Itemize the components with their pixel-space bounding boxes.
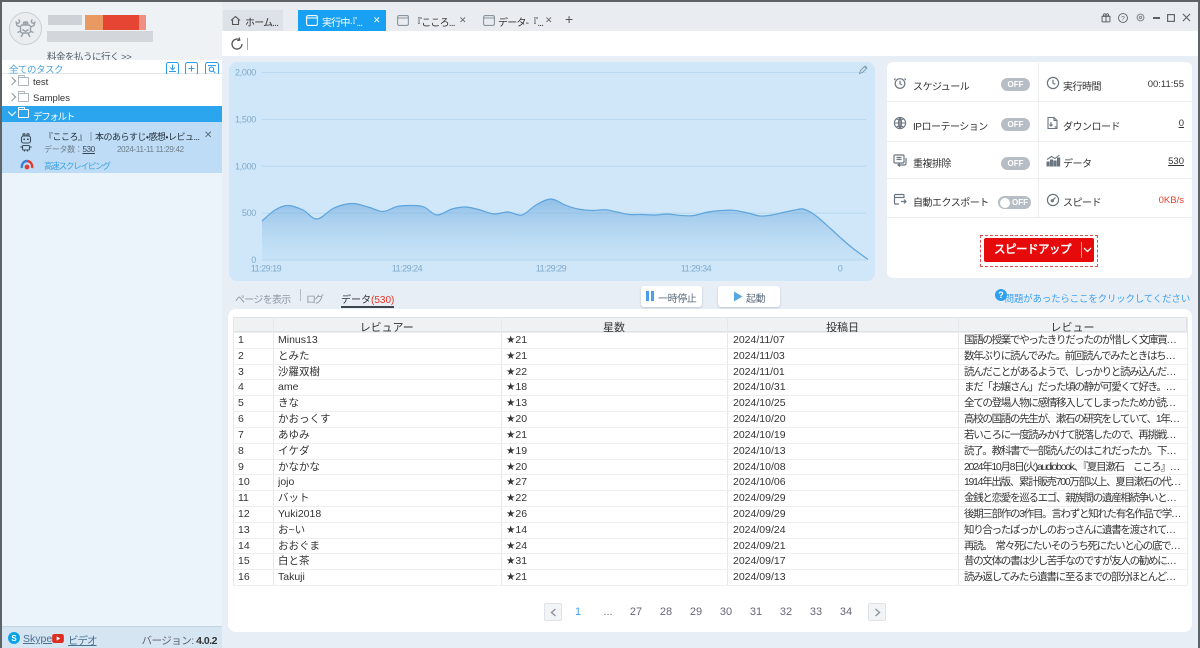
svg-text:1,000: 1,000 (235, 161, 256, 171)
svg-text:1,500: 1,500 (235, 114, 256, 124)
svg-text:S: S (11, 634, 17, 643)
svg-text:11:29:29: 11:29:29 (536, 264, 567, 274)
svg-text:11:29:34: 11:29:34 (681, 264, 712, 274)
svg-text:2,000: 2,000 (235, 68, 256, 78)
svg-text:11:29:24: 11:29:24 (392, 264, 423, 274)
svg-text:500: 500 (242, 208, 256, 218)
svg-text:?: ? (998, 290, 1004, 300)
svg-text:0: 0 (838, 264, 843, 274)
svg-text:?: ? (1121, 15, 1125, 22)
svg-text:11:29:19: 11:29:19 (251, 264, 282, 274)
